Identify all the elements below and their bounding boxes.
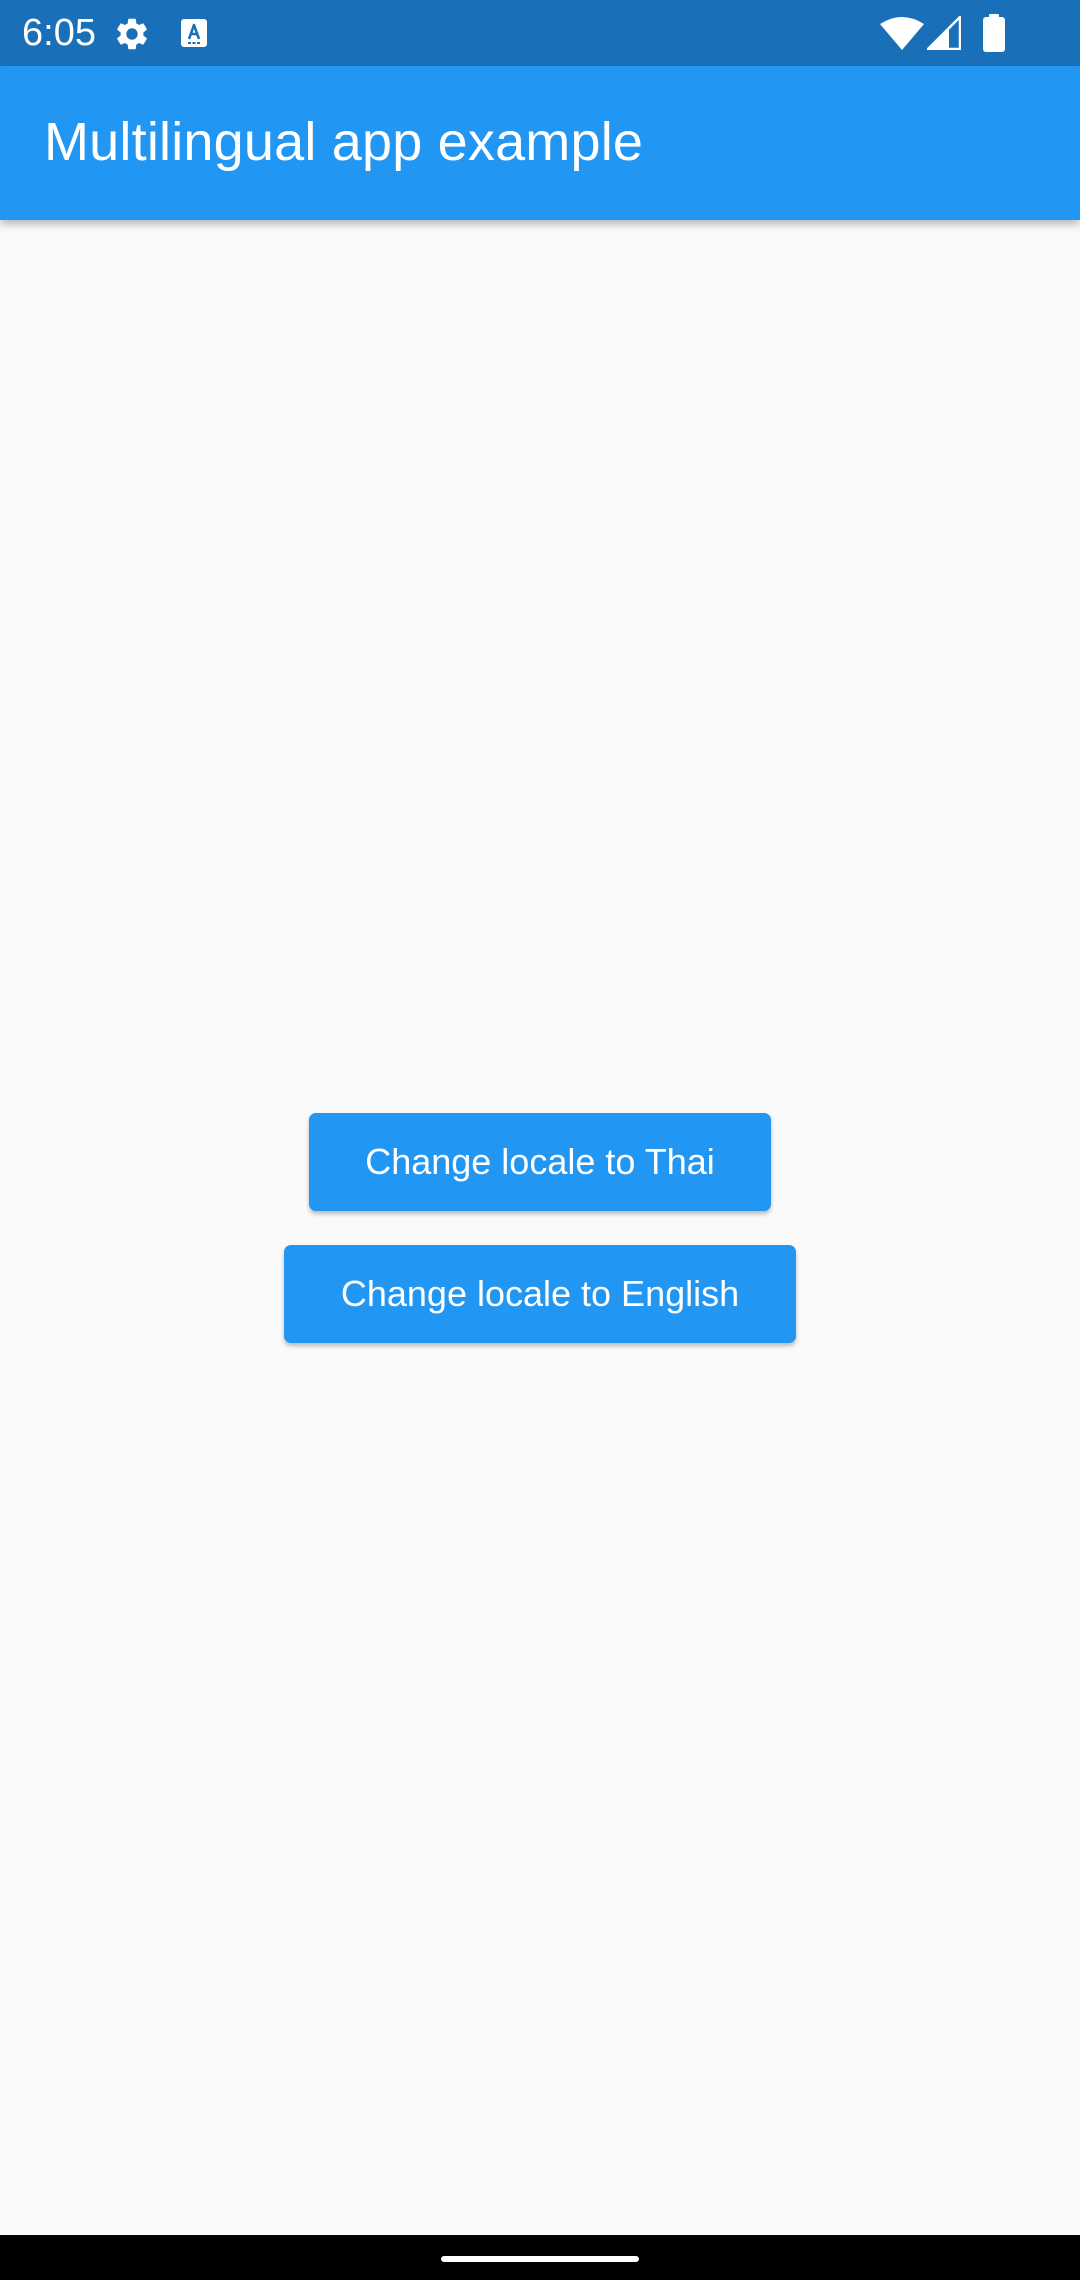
change-locale-english-button[interactable]: Change locale to English <box>284 1245 796 1343</box>
keyboard-a-icon <box>181 19 207 47</box>
status-time: 6:05 <box>22 12 96 54</box>
change-locale-thai-button[interactable]: Change locale to Thai <box>309 1113 771 1211</box>
signal-icon <box>927 16 961 50</box>
status-bar: 6:05 <box>0 0 1080 66</box>
wifi-icon <box>880 17 924 50</box>
navigation-bar <box>0 2235 1080 2280</box>
app-title: Multilingual app example <box>44 112 644 172</box>
gear-icon <box>117 18 147 50</box>
battery-icon <box>983 14 1005 52</box>
gesture-handle[interactable] <box>441 2256 639 2262</box>
main-content <box>0 220 1080 2235</box>
app-bar: Multilingual app example <box>0 66 1080 220</box>
